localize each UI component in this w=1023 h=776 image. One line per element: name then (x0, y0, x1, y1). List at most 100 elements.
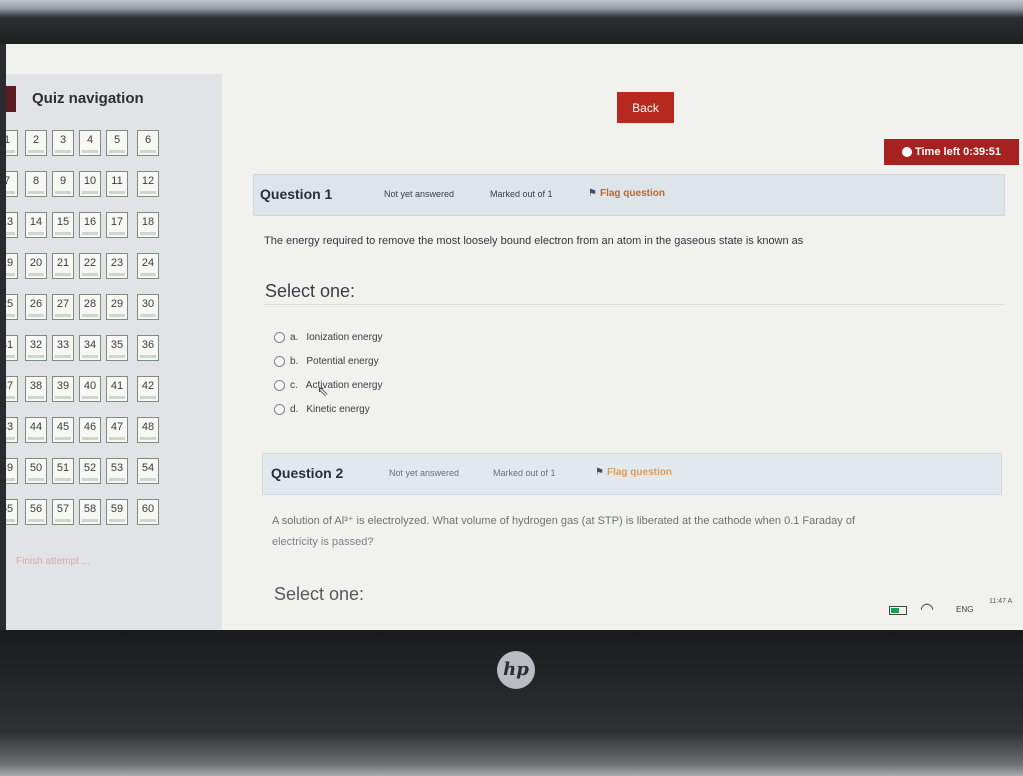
question-nav-button[interactable]: 48 (137, 417, 159, 443)
question-nav-button[interactable]: 2 (25, 130, 47, 156)
divider (264, 304, 1004, 305)
question-nav-button[interactable]: 8 (25, 171, 47, 197)
question-nav-button[interactable]: 25 (6, 294, 18, 320)
system-clock[interactable]: 11:47 A (989, 597, 1012, 606)
question-2-header: Question 2 Not yet answered Marked out o… (262, 453, 1002, 495)
question-2-status: Not yet answered (389, 468, 460, 478)
question-nav-button[interactable]: 7 (6, 171, 18, 197)
question-nav-button[interactable]: 10 (79, 171, 101, 197)
question-nav-button[interactable]: 20 (25, 253, 47, 279)
quiz-navigation-title: Quiz navigation (32, 90, 144, 107)
question-2-text-line-1: A solution of Al³⁺ is electrolyzed. What… (272, 515, 856, 527)
question-nav-button[interactable]: 53 (106, 458, 128, 484)
question-nav-button[interactable]: 29 (106, 294, 128, 320)
question-nav-button[interactable]: 35 (106, 335, 128, 361)
panel-accent-bar (6, 86, 16, 112)
quiz-navigation-panel: Quiz navigation 123456789101112131415161… (6, 74, 222, 630)
option-letter: a. (290, 332, 299, 344)
question-nav-button[interactable]: 49 (6, 458, 18, 484)
question-nav-button[interactable]: 50 (25, 458, 47, 484)
question-nav-button[interactable]: 19 (6, 253, 18, 279)
question-nav-button[interactable]: 18 (137, 212, 159, 238)
question-nav-button[interactable]: 1 (6, 130, 18, 156)
question-nav-button[interactable]: 31 (6, 335, 18, 361)
radio-button[interactable] (274, 380, 285, 391)
option-label: Kinetic energy (306, 404, 370, 416)
screen: Quiz navigation 123456789101112131415161… (6, 44, 1023, 630)
question-nav-button[interactable]: 9 (52, 171, 74, 197)
question-2-select-one: Select one: (274, 584, 365, 604)
radio-button[interactable] (274, 332, 285, 343)
option-letter: b. (290, 356, 299, 368)
option-a[interactable]: a. Ionization energy (274, 332, 383, 343)
question-nav-button[interactable]: 15 (52, 212, 74, 238)
question-nav-button[interactable]: 21 (52, 253, 74, 279)
question-nav-button[interactable]: 45 (52, 417, 74, 443)
question-nav-button[interactable]: 22 (79, 253, 101, 279)
radio-button[interactable] (274, 356, 285, 367)
question-nav-button[interactable]: 23 (106, 253, 128, 279)
question-nav-button[interactable]: 54 (137, 458, 159, 484)
question-nav-button[interactable]: 33 (52, 335, 74, 361)
language-indicator[interactable]: ENG (956, 605, 973, 614)
question-nav-button[interactable]: 11 (106, 171, 128, 197)
question-nav-button[interactable]: 44 (25, 417, 47, 443)
mouse-cursor-icon: ⇖ (317, 383, 329, 399)
question-nav-button[interactable]: 40 (79, 376, 101, 402)
question-nav-button[interactable]: 47 (106, 417, 128, 443)
question-nav-button[interactable]: 55 (6, 499, 18, 525)
question-nav-button[interactable]: 16 (79, 212, 101, 238)
clock-icon (901, 147, 912, 158)
radio-button[interactable] (274, 404, 285, 415)
question-nav-button[interactable]: 4 (79, 130, 101, 156)
question-nav-button[interactable]: 5 (106, 130, 128, 156)
question-nav-button[interactable]: 39 (52, 376, 74, 402)
question-nav-button[interactable]: 58 (79, 499, 101, 525)
question-nav-button[interactable]: 6 (137, 130, 159, 156)
question-nav-button[interactable]: 37 (6, 376, 18, 402)
question-nav-button[interactable]: 28 (79, 294, 101, 320)
finish-attempt-link[interactable]: Finish attempt ... (16, 556, 90, 567)
question-nav-button[interactable]: 59 (106, 499, 128, 525)
question-nav-button[interactable]: 46 (79, 417, 101, 443)
question-nav-button[interactable]: 38 (25, 376, 47, 402)
question-nav-button[interactable]: 60 (137, 499, 159, 525)
question-nav-button[interactable]: 34 (79, 335, 101, 361)
battery-icon[interactable] (889, 606, 907, 615)
back-button[interactable]: Back (617, 92, 674, 123)
question-1-marks: Marked out of 1 (490, 189, 553, 199)
flag-question-2-label: Flag question (606, 467, 672, 478)
flag-question-1-button[interactable]: ⚑ Flag question (588, 188, 665, 199)
question-1-header: Question 1 Not yet answered Marked out o… (253, 174, 1005, 216)
question-nav-button[interactable]: 30 (137, 294, 159, 320)
question-nav-button[interactable]: 26 (25, 294, 47, 320)
flag-question-1-label: Flag question (599, 188, 665, 199)
question-1-text: The energy required to remove the most l… (264, 235, 804, 247)
flag-icon: ⚑ (595, 467, 604, 478)
question-nav-button[interactable]: 56 (25, 499, 47, 525)
question-1-status: Not yet answered (384, 189, 455, 199)
wifi-icon[interactable]: ◠ (920, 599, 934, 619)
question-nav-button[interactable]: 32 (25, 335, 47, 361)
question-nav-button[interactable]: 17 (106, 212, 128, 238)
question-nav-button[interactable]: 57 (52, 499, 74, 525)
question-nav-button[interactable]: 13 (6, 212, 18, 238)
question-nav-button[interactable]: 41 (106, 376, 128, 402)
question-nav-button[interactable]: 43 (6, 417, 18, 443)
question-nav-button[interactable]: 27 (52, 294, 74, 320)
option-letter: d. (290, 404, 299, 416)
question-nav-button[interactable]: 51 (52, 458, 74, 484)
question-nav-button[interactable]: 14 (25, 212, 47, 238)
time-left-text: Time left 0:39:51 (914, 146, 1001, 158)
question-nav-button[interactable]: 42 (137, 376, 159, 402)
question-nav-button[interactable]: 3 (52, 130, 74, 156)
option-b[interactable]: b. Potential energy (274, 356, 379, 367)
question-nav-button[interactable]: 12 (137, 171, 159, 197)
question-1-title: Question 1 (260, 186, 333, 202)
question-nav-button[interactable]: 36 (137, 335, 159, 361)
flag-question-2-button[interactable]: ⚑ Flag question (595, 467, 672, 478)
option-d[interactable]: d. Kinetic energy (274, 404, 370, 415)
question-nav-button[interactable]: 24 (137, 253, 159, 279)
question-nav-button[interactable]: 52 (79, 458, 101, 484)
hp-logo: hp (497, 651, 535, 689)
